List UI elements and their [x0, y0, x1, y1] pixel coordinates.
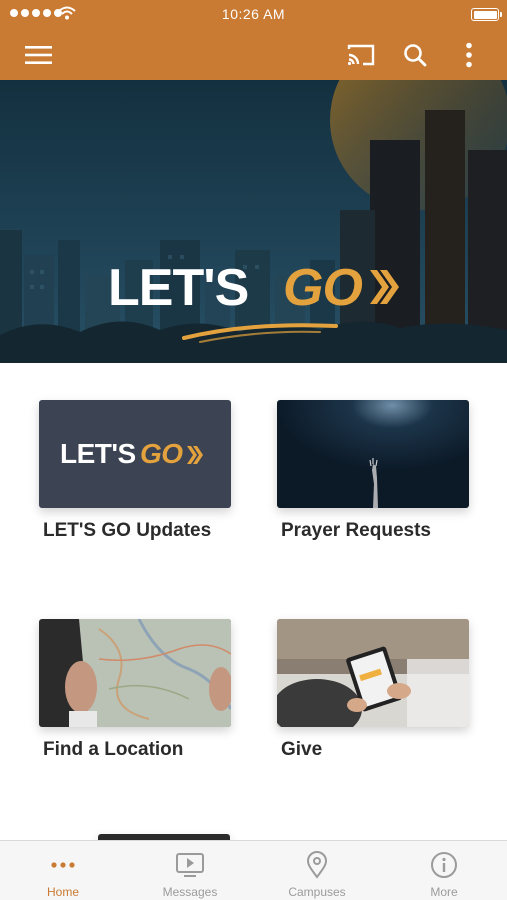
card-title: Give: [281, 739, 323, 760]
hero-logo-lets: LET'S: [108, 259, 249, 317]
tab-label: Campuses: [288, 885, 346, 899]
card-thumbnail: [277, 619, 469, 727]
search-icon: [404, 44, 427, 67]
tab-label: Messages: [162, 885, 218, 899]
chevron-right-icon: [187, 446, 203, 464]
info-icon: [431, 852, 457, 878]
tab-label: Home: [46, 885, 79, 899]
tablet-giving-image: [277, 619, 469, 727]
card-find-a-location[interactable]: Find a Location: [39, 619, 231, 760]
prayer-hand-image: [277, 400, 469, 508]
battery-icon: [471, 8, 502, 21]
card-title: LET'S GO Updates: [43, 520, 212, 541]
tab-messages[interactable]: Messages: [127, 841, 253, 900]
card-thumbnail: [277, 400, 469, 508]
tab-more[interactable]: More: [381, 841, 507, 900]
chevron-right-icon: [370, 270, 399, 304]
search-button[interactable]: [396, 36, 434, 74]
video-icon: [176, 853, 204, 877]
cast-button[interactable]: [342, 36, 380, 74]
location-pin-icon: [306, 851, 328, 879]
status-bar: 10:26 AM: [0, 0, 507, 28]
card-thumbnail: [39, 619, 231, 727]
hero-underline-swoosh: [182, 323, 338, 343]
card-title: Find a Location: [43, 739, 184, 760]
tab-label: More: [430, 885, 458, 899]
card-title: Prayer Requests: [281, 520, 431, 541]
cast-icon: [347, 44, 375, 66]
card-prayer-requests[interactable]: Prayer Requests: [277, 400, 469, 541]
app-bar: [0, 30, 507, 80]
card-logo-go: GO: [140, 438, 183, 469]
status-time: 10:26 AM: [221, 6, 286, 22]
card-logo: LET'S GO: [60, 438, 210, 470]
card-thumbnail: LET'S GO: [39, 400, 231, 508]
more-vertical-icon: [466, 42, 472, 68]
dots-icon: [51, 862, 75, 868]
map-image: [39, 619, 231, 727]
menu-button[interactable]: [20, 36, 58, 74]
card-logo-lets: LET'S: [60, 438, 136, 469]
card-lets-go-updates[interactable]: LET'S GO LET'S GO Updates: [39, 400, 231, 541]
tab-campuses[interactable]: Campuses: [254, 841, 380, 900]
card-give[interactable]: Give: [277, 619, 469, 760]
tab-home[interactable]: Home: [0, 841, 126, 900]
top-bar: 10:26 AM: [0, 0, 507, 80]
bottom-tab-bar: Home Messages Campuses More: [0, 840, 507, 900]
menu-icon: [25, 46, 52, 64]
more-options-button[interactable]: [450, 36, 488, 74]
hero-banner[interactable]: LET'S GO: [0, 80, 507, 363]
hero-logo-go: GO: [283, 259, 363, 317]
